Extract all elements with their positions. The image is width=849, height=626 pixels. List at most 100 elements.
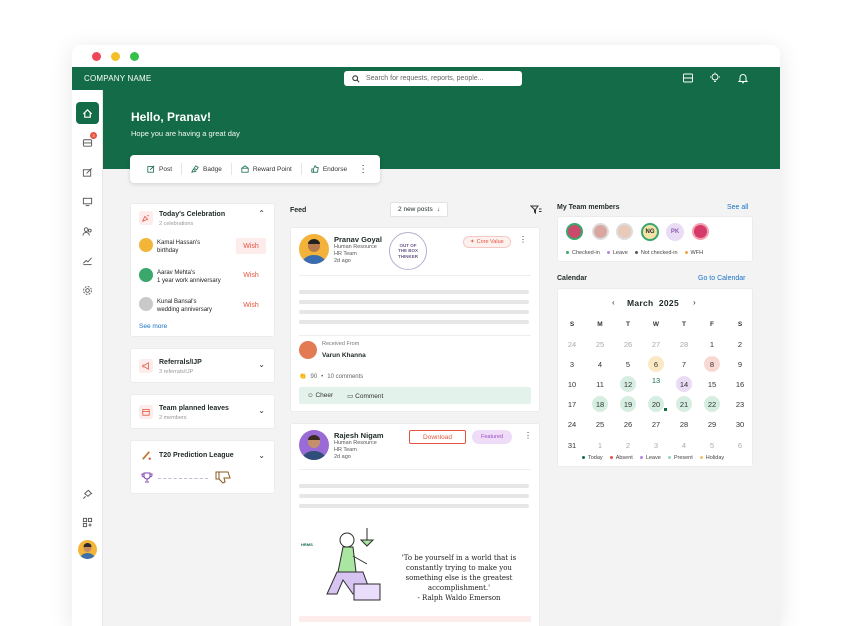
user-avatar[interactable]	[78, 540, 97, 559]
referrals-card[interactable]: Referrals/IJP 3 referrals/IJP ⌄	[130, 348, 275, 383]
sidebar-item-people[interactable]	[76, 220, 99, 242]
legend-label: Leave	[645, 455, 661, 461]
lightbulb-icon[interactable]	[709, 72, 721, 84]
feed-post-card: Rajesh Nigam Human Resource HR Team 2d ago…	[290, 423, 540, 626]
calendar-day[interactable]: 6	[648, 356, 664, 372]
post-icon	[147, 165, 155, 173]
see-all-link[interactable]: See all	[727, 204, 748, 211]
sidebar-item-requests[interactable]: 3	[76, 131, 99, 153]
badge-action-label: Badge	[203, 165, 222, 173]
calendar-day[interactable]: 5	[620, 356, 636, 372]
calendar-day[interactable]: 21	[676, 396, 692, 412]
collapse-chevron-icon[interactable]: ⌃	[258, 209, 265, 218]
calendar-day[interactable]: 3	[564, 356, 580, 372]
calendar-day[interactable]: 29	[704, 416, 720, 432]
chevron-down-icon[interactable]: ⌄	[258, 406, 265, 415]
calendar-day[interactable]: 30	[732, 416, 748, 432]
trophy-icon	[141, 472, 153, 483]
legend-today: Today	[582, 455, 603, 461]
author-name[interactable]: Pranav Goyal	[334, 235, 382, 244]
minimize-dot-icon[interactable]	[111, 52, 120, 61]
maximize-dot-icon[interactable]	[130, 52, 139, 61]
inbox-icon[interactable]	[682, 72, 694, 84]
calendar-day[interactable]: 12	[620, 376, 636, 392]
calendar-day[interactable]: 1	[704, 336, 720, 352]
calendar-legend: Today Absent Leave Present Holiday	[582, 455, 724, 461]
calendar-day[interactable]: 17	[564, 396, 580, 412]
t20-league-card[interactable]: T20 Prediction League ⌄	[130, 440, 275, 494]
team-member-avatar[interactable]	[692, 223, 709, 240]
wish-button[interactable]: Wish	[236, 267, 266, 283]
calendar-day[interactable]: 15	[704, 376, 720, 392]
sidebar-item-home[interactable]	[76, 102, 99, 124]
prev-month-icon[interactable]: ‹	[612, 298, 615, 307]
party-icon	[139, 211, 153, 225]
chevron-down-icon[interactable]: ⌄	[258, 451, 265, 460]
post-action-button[interactable]: Post	[138, 163, 183, 175]
post-menu-icon[interactable]: ⋮	[519, 235, 527, 244]
calendar-day[interactable]: 9	[732, 356, 748, 372]
arrow-down-icon: ↓	[436, 206, 440, 213]
author-name[interactable]: Rajesh Nigam	[334, 431, 384, 440]
legend-label: Today	[588, 455, 603, 461]
post-menu-icon[interactable]: ⋮	[524, 431, 532, 440]
comment-count[interactable]: 10 comments	[327, 374, 363, 380]
sidebar-item-posts[interactable]	[76, 161, 99, 183]
comment-button[interactable]: ▭ Comment	[347, 392, 383, 400]
bell-icon[interactable]	[737, 72, 749, 84]
endorse-action-button[interactable]: Endorse	[302, 163, 356, 175]
search-input[interactable]: Search for requests, reports, people...	[344, 71, 522, 86]
chevron-down-icon[interactable]: ⌄	[258, 360, 265, 369]
sidebar-item-settings[interactable]	[76, 279, 99, 301]
go-to-calendar-link[interactable]: Go to Calendar	[698, 275, 745, 282]
team-member-avatar[interactable]	[592, 223, 609, 240]
calendar-day[interactable]: 26	[620, 416, 636, 432]
see-more-link[interactable]: See more	[139, 323, 167, 330]
calendar-day[interactable]: 10	[564, 376, 580, 392]
filter-icon[interactable]	[530, 205, 542, 215]
sidebar-item-reports[interactable]	[76, 249, 99, 271]
window-titlebar	[72, 45, 780, 67]
sidebar-item-assets[interactable]	[76, 190, 99, 212]
calendar-day[interactable]: 11	[592, 376, 608, 392]
search-icon	[352, 74, 360, 83]
sidebar-item-apps[interactable]	[76, 511, 99, 533]
calendar-day[interactable]: 22	[704, 396, 720, 412]
calendar-day[interactable]: 16	[732, 376, 748, 392]
calendar-day[interactable]: 19	[620, 396, 636, 412]
more-actions-icon[interactable]: ⋮	[358, 164, 368, 175]
next-month-icon[interactable]: ›	[693, 298, 696, 307]
wish-button[interactable]: Wish	[236, 297, 266, 313]
calendar-day[interactable]: 7	[676, 356, 692, 372]
calendar-day[interactable]: 23	[732, 396, 748, 412]
download-button[interactable]: Download	[409, 430, 466, 444]
wish-button[interactable]: Wish	[236, 238, 266, 254]
cheer-button[interactable]: ☺ Cheer	[307, 392, 333, 399]
team-member-avatar[interactable]: NG	[641, 223, 659, 241]
calendar-day[interactable]: 4	[592, 356, 608, 372]
team-member-avatar[interactable]	[616, 223, 633, 240]
planned-leaves-sub: 2 members	[159, 415, 187, 421]
calendar-day[interactable]: 2	[732, 336, 748, 352]
team-member-avatar[interactable]: PK	[666, 223, 684, 241]
calendar-day[interactable]: 25	[592, 416, 608, 432]
planned-leaves-card[interactable]: Team planned leaves 2 members ⌄	[130, 394, 275, 429]
new-posts-button[interactable]: 2 new posts ↓	[390, 202, 448, 217]
calendar-day[interactable]: 24	[564, 416, 580, 432]
badge-action-button[interactable]: Badge	[182, 163, 232, 175]
calendar-day[interactable]: 28	[676, 416, 692, 432]
close-dot-icon[interactable]	[92, 52, 101, 61]
calendar-day[interactable]: 20	[648, 396, 667, 412]
reward-point-action-button[interactable]: Reward Point	[232, 163, 302, 175]
team-member-avatar[interactable]	[566, 223, 583, 240]
calendar-day[interactable]: 13	[648, 376, 664, 392]
sidebar-item-pin[interactable]	[76, 483, 99, 505]
celebration-count: 2 celebrations	[159, 221, 194, 227]
sender-name[interactable]: Varun Khanna	[322, 352, 366, 359]
calendar-day[interactable]: 8	[704, 356, 720, 372]
calendar-day[interactable]: 31	[564, 437, 580, 453]
calendar-day[interactable]: 18	[592, 396, 608, 412]
content-placeholder	[299, 494, 529, 498]
calendar-day[interactable]: 14	[676, 376, 692, 392]
calendar-day[interactable]: 27	[648, 416, 664, 432]
